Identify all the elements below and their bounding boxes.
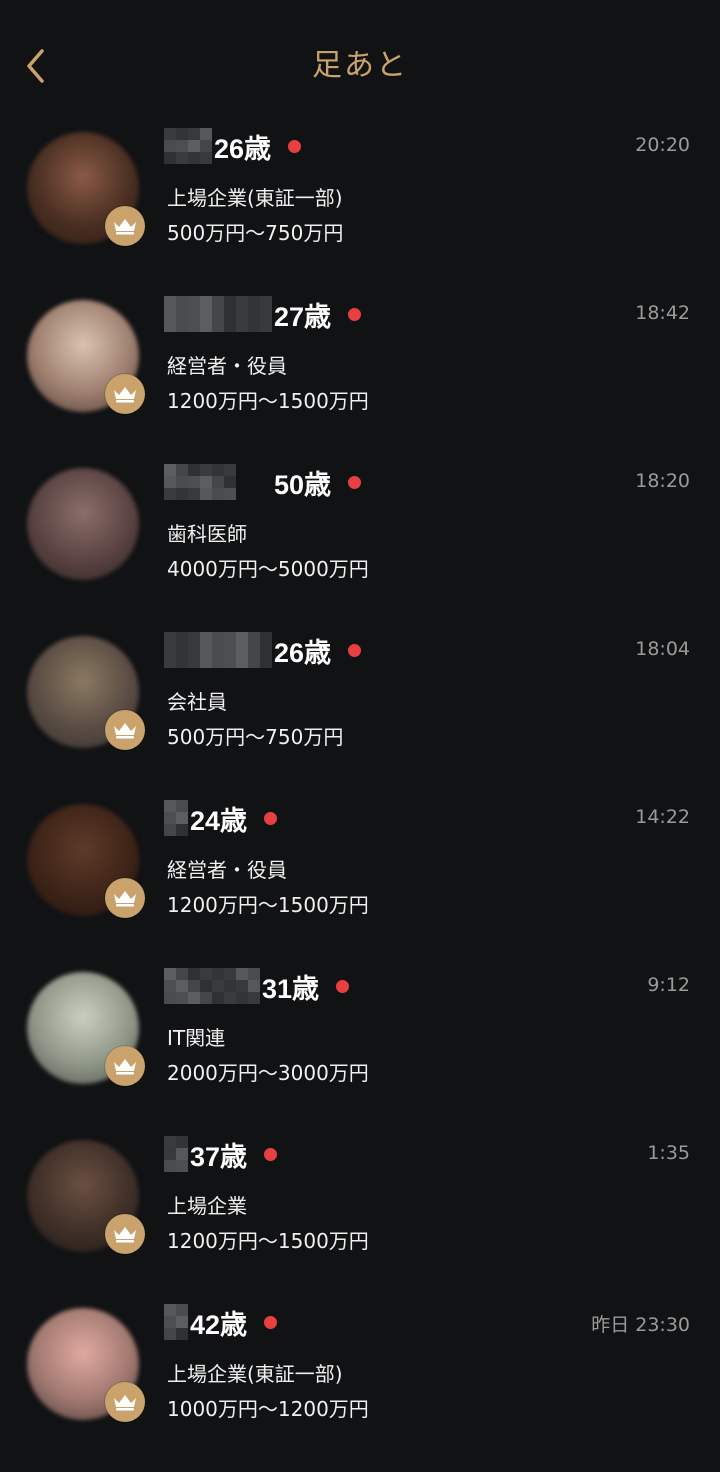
name-mosaic (164, 128, 212, 164)
age-label: 31歳 (262, 973, 320, 1004)
avatar[interactable] (27, 468, 139, 580)
name-mosaic (164, 464, 236, 500)
list-item[interactable]: 50歳歯科医師 4000万円〜5000万円 18:20 (0, 452, 720, 620)
occupation-label: 経営者・役員 (167, 858, 287, 882)
list-item[interactable]: 42歳上場企業(東証一部) 1000万円〜1200万円 昨日 23:30 (0, 1292, 720, 1460)
crown-icon (105, 374, 145, 414)
name-age-line: 27歳 (164, 294, 362, 334)
visit-time: 20:20 (635, 134, 690, 156)
avatar[interactable] (27, 132, 145, 246)
avatar[interactable] (27, 636, 145, 750)
list-item[interactable]: 26歳上場企業(東証一部) 500万円〜750万円 20:20 (0, 116, 720, 284)
visit-time: 9:12 (647, 974, 690, 996)
page-title: 足あと (312, 48, 408, 83)
avatar[interactable] (27, 1140, 145, 1254)
age-label: 50歳 (274, 469, 332, 500)
occupation-label: 上場企業(東証一部) (167, 186, 343, 210)
income-label: 1200万円〜1500万円 (167, 389, 369, 413)
crown-icon (105, 1046, 145, 1086)
age-label: 37歳 (190, 1141, 248, 1172)
list-item[interactable]: 24歳経営者・役員 1200万円〜1500万円 14:22 (0, 788, 720, 956)
name-age-line: 26歳 (164, 630, 362, 670)
online-status-dot (348, 643, 362, 657)
list-item[interactable]: 27歳経営者・役員 1200万円〜1500万円 18:42 (0, 284, 720, 452)
visit-time: 18:04 (635, 638, 690, 660)
online-status-dot (264, 1315, 278, 1329)
name-age-line: 24歳 (164, 798, 278, 838)
crown-icon (105, 710, 145, 750)
crown-icon (105, 1382, 145, 1422)
income-label: 500万円〜750万円 (167, 725, 344, 749)
name-mosaic (164, 1136, 188, 1172)
name-mosaic (164, 968, 260, 1004)
visit-time: 18:20 (635, 470, 690, 492)
age-label: 26歳 (214, 133, 272, 164)
name-age-line: 42歳 (164, 1302, 278, 1342)
income-label: 500万円〜750万円 (167, 221, 344, 245)
income-label: 1000万円〜1200万円 (167, 1397, 369, 1421)
name-age-line: 37歳 (164, 1134, 278, 1174)
footprint-list: 26歳 上場企業(東証一部) 500万円〜750万円 20:20 27歳 経営者・役員 12… (0, 116, 720, 1460)
name-mosaic (164, 1304, 188, 1340)
online-status-dot (264, 811, 278, 825)
list-item[interactable]: 31歳 IT関連 2000万円〜3000万円 9:12 (0, 956, 720, 1124)
occupation-label: 歯科医師 (167, 522, 247, 546)
list-item[interactable]: 37歳上場企業 1200万円〜1500万円 1:35 (0, 1124, 720, 1292)
avatar[interactable] (27, 804, 145, 918)
visit-time: 18:42 (635, 302, 690, 324)
income-label: 1200万円〜1500万円 (167, 893, 369, 917)
online-status-dot (288, 139, 302, 153)
name-mosaic (164, 632, 272, 668)
list-item[interactable]: 26歳会社員 500万円〜750万円 18:04 (0, 620, 720, 788)
avatar[interactable] (27, 972, 145, 1086)
age-label: 27歳 (274, 301, 332, 332)
online-status-dot (336, 979, 350, 993)
avatar-image (27, 468, 139, 580)
crown-icon (105, 206, 145, 246)
age-label: 24歳 (190, 805, 248, 836)
crown-icon (105, 878, 145, 918)
visit-time: 14:22 (635, 806, 690, 828)
crown-icon (105, 1214, 145, 1254)
occupation-label: 経営者・役員 (167, 354, 287, 378)
name-age-line: 50歳 (164, 462, 362, 502)
visit-time: 昨日 23:30 (591, 1314, 690, 1336)
occupation-label: 会社員 (167, 690, 227, 714)
income-label: 2000万円〜3000万円 (167, 1061, 369, 1085)
name-mosaic (164, 296, 272, 332)
avatar[interactable] (27, 1308, 145, 1422)
name-mosaic (164, 800, 188, 836)
header: 足あと (0, 0, 720, 130)
online-status-dot (264, 1147, 278, 1161)
age-label: 42歳 (190, 1309, 248, 1340)
visit-time: 1:35 (647, 1142, 690, 1164)
online-status-dot (348, 307, 362, 321)
occupation-label: 上場企業(東証一部) (167, 1362, 343, 1386)
income-label: 1200万円〜1500万円 (167, 1229, 369, 1253)
occupation-label: IT関連 (167, 1026, 226, 1050)
occupation-label: 上場企業 (167, 1194, 247, 1218)
name-age-line: 26歳 (164, 126, 302, 166)
avatar[interactable] (27, 300, 145, 414)
age-label: 26歳 (274, 637, 332, 668)
online-status-dot (348, 475, 362, 489)
income-label: 4000万円〜5000万円 (167, 557, 369, 581)
name-age-line: 31歳 (164, 966, 350, 1006)
